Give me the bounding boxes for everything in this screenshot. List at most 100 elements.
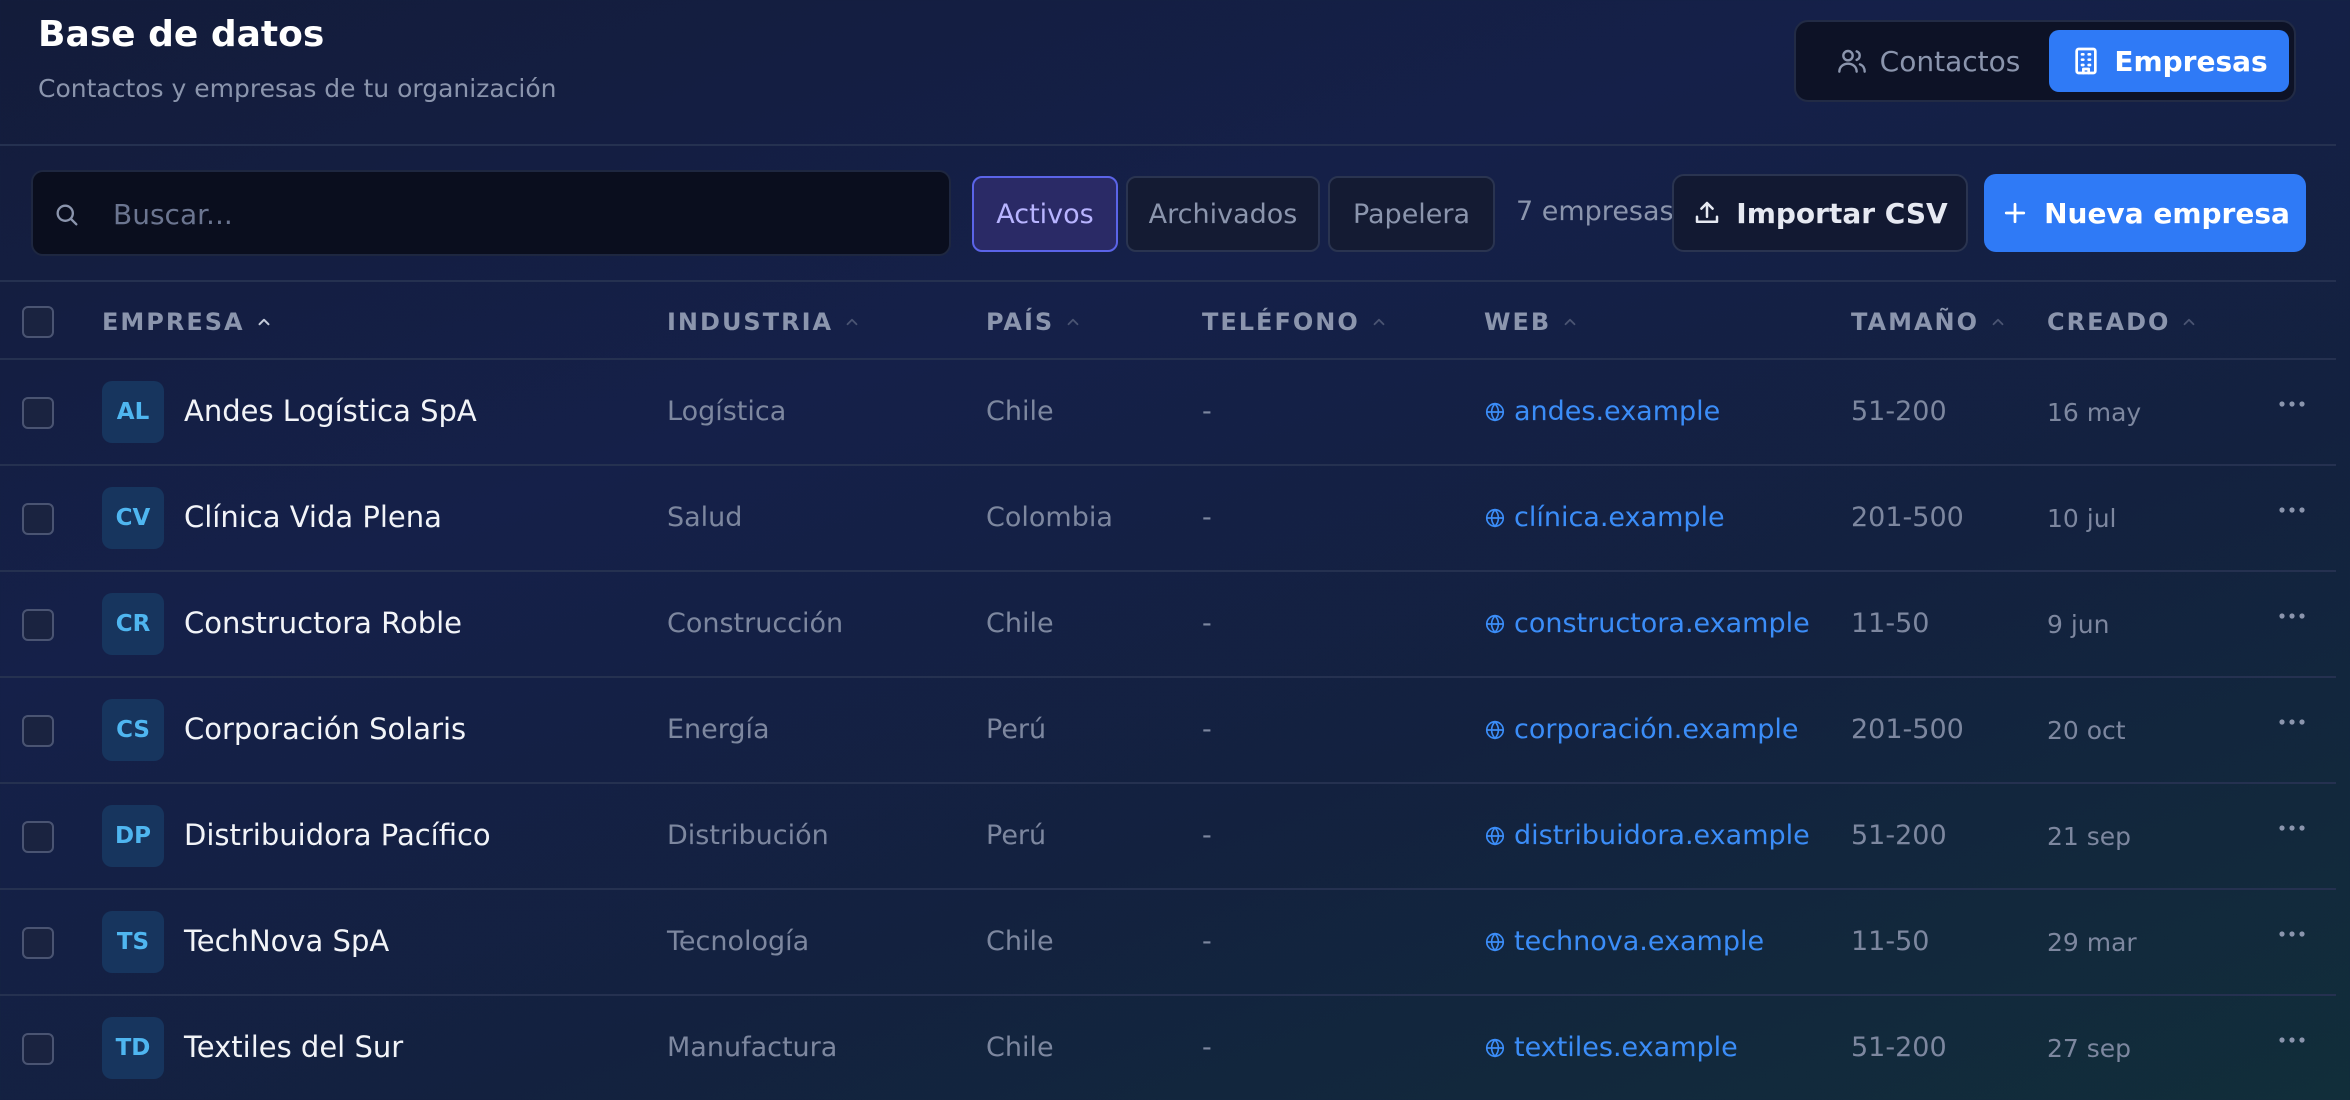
filter-archivados[interactable]: Archivados (1126, 176, 1320, 252)
row-checkbox[interactable] (22, 397, 54, 429)
column-pais[interactable]: PAÍS (986, 308, 1082, 336)
company-web-link[interactable]: technova.example (1484, 926, 1764, 957)
company-size: 51-200 (1851, 1032, 1947, 1063)
table-row[interactable]: CS Corporación Solaris Energía Perú - corpora… (0, 678, 2336, 784)
column-empresa[interactable]: EMPRESA (102, 308, 273, 336)
row-checkbox[interactable] (22, 927, 54, 959)
more-horizontal-icon (2279, 507, 2305, 513)
column-web-label: WEB (1484, 308, 1552, 336)
more-horizontal-icon (2279, 719, 2305, 725)
select-all-checkbox[interactable] (22, 306, 54, 338)
company-industry: Logística (667, 396, 787, 427)
column-telefono-label: TELÉFONO (1202, 308, 1360, 336)
table-row[interactable]: DP Distribuidora Pacífico Distribución Perú… (0, 784, 2336, 890)
company-size: 51-200 (1851, 820, 1947, 851)
row-checkbox[interactable] (22, 609, 54, 641)
tab-empresas[interactable]: Empresas (2049, 30, 2289, 92)
table-row[interactable]: TS TechNova SpA Tecnología Chile - technova.e… (0, 890, 2336, 996)
search-icon (56, 204, 78, 226)
table-row[interactable]: AL Andes Logística SpA Logística Chile - ande… (0, 360, 2336, 466)
company-avatar: CV (102, 487, 164, 549)
row-checkbox[interactable] (22, 1033, 54, 1065)
company-created: 20 oct (2047, 716, 2126, 745)
column-tamano[interactable]: TAMAÑO (1851, 308, 2007, 336)
table-row[interactable]: CR Constructora Roble Construcción Chile - co… (0, 572, 2336, 678)
company-phone: - (1202, 714, 1212, 745)
plus-icon (2004, 202, 2026, 224)
company-name[interactable]: Andes Logística SpA (184, 394, 477, 428)
tab-contactos[interactable]: Contactos (1808, 30, 2048, 92)
company-country: Chile (986, 608, 1054, 639)
company-web-link[interactable]: clínica.example (1484, 502, 1725, 533)
row-menu-button[interactable] (2272, 808, 2312, 848)
table-row[interactable]: CV Clínica Vida Plena Salud Colombia - clínic… (0, 466, 2336, 572)
page-title: Base de datos (38, 14, 325, 55)
filter-activos[interactable]: Activos (972, 176, 1118, 252)
toolbar: Activos Archivados Papelera 7 empresas I… (0, 148, 2336, 282)
more-horizontal-icon (2279, 401, 2305, 407)
company-name[interactable]: TechNova SpA (184, 924, 389, 958)
row-menu-button[interactable] (2272, 490, 2312, 530)
company-phone: - (1202, 1032, 1212, 1063)
view-toggle: Contactos Empresas (1794, 20, 2296, 102)
more-horizontal-icon (2279, 825, 2305, 831)
row-checkbox[interactable] (22, 821, 54, 853)
chevron-up-icon (258, 318, 270, 326)
row-checkbox[interactable] (22, 503, 54, 535)
globe-icon (1485, 1038, 1505, 1057)
company-web-link[interactable]: distribuidora.example (1484, 820, 1810, 851)
column-industria[interactable]: INDUSTRIA (667, 308, 861, 336)
company-name[interactable]: Textiles del Sur (184, 1030, 403, 1064)
more-horizontal-icon (2279, 1037, 2305, 1043)
result-count: 7 empresas (1516, 196, 1674, 227)
company-country: Chile (986, 1032, 1054, 1063)
search-box (31, 170, 951, 256)
table-body: AL Andes Logística SpA Logística Chile - ande… (0, 360, 2336, 1100)
new-company-button[interactable]: Nueva empresa (1984, 174, 2306, 252)
row-menu-button[interactable] (2272, 384, 2312, 424)
company-avatar: DP (102, 805, 164, 867)
company-industry: Manufactura (667, 1032, 838, 1063)
company-country: Colombia (986, 502, 1113, 533)
company-created: 27 sep (2047, 1034, 2132, 1063)
company-web-link[interactable]: constructora.example (1484, 608, 1810, 639)
globe-icon (1485, 720, 1505, 739)
import-csv-button[interactable]: Importar CSV (1672, 174, 1968, 252)
globe-icon (1485, 826, 1505, 845)
company-web-link[interactable]: textiles.example (1484, 1032, 1738, 1063)
company-web-link[interactable]: andes.example (1484, 396, 1720, 427)
row-checkbox[interactable] (22, 715, 54, 747)
building-icon (2075, 47, 2097, 75)
row-menu-button[interactable] (2272, 702, 2312, 742)
table-row[interactable]: TD Textiles del Sur Manufactura Chile - texti… (0, 996, 2336, 1100)
company-country: Perú (986, 820, 1047, 851)
row-menu-button[interactable] (2272, 914, 2312, 954)
column-telefono[interactable]: TELÉFONO (1202, 308, 1388, 336)
filter-papelera[interactable]: Papelera (1328, 176, 1495, 252)
row-menu-button[interactable] (2272, 1020, 2312, 1060)
table-header: EMPRESA INDUSTRIA PAÍS TELÉFONO WEB TAMA… (0, 284, 2336, 360)
row-menu-button[interactable] (2272, 596, 2312, 636)
company-phone: - (1202, 502, 1212, 533)
company-name[interactable]: Clínica Vida Plena (184, 500, 442, 534)
company-industry: Tecnología (667, 926, 810, 957)
column-web[interactable]: WEB (1484, 308, 1579, 336)
company-name[interactable]: Distribuidora Pacífico (184, 818, 491, 852)
company-name[interactable]: Constructora Roble (184, 606, 462, 640)
tab-contactos-label: Contactos (1879, 44, 2021, 78)
company-created: 9 jun (2047, 610, 2110, 639)
company-country: Perú (986, 714, 1047, 745)
column-empresa-label: EMPRESA (102, 308, 245, 336)
company-web-label: technova.example (1514, 926, 1765, 957)
upload-icon (1696, 201, 1719, 223)
globe-icon (1485, 402, 1505, 421)
company-size: 11-50 (1851, 608, 1930, 639)
company-phone: - (1202, 926, 1212, 957)
import-csv-label: Importar CSV (1736, 196, 1948, 230)
search-input[interactable] (113, 186, 933, 242)
company-web-link[interactable]: corporación.example (1484, 714, 1799, 745)
company-name[interactable]: Corporación Solaris (184, 712, 466, 746)
column-creado[interactable]: CREADO (2047, 308, 2198, 336)
company-avatar: AL (102, 381, 164, 443)
company-web-label: constructora.example (1514, 608, 1810, 639)
